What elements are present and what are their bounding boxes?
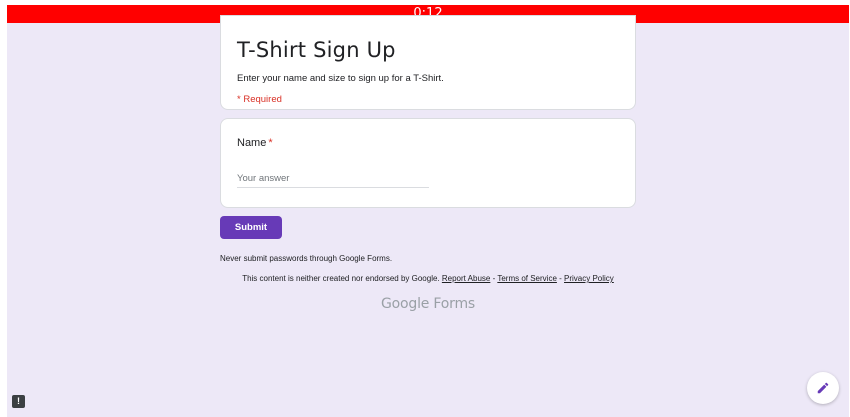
form-title: T-Shirt Sign Up <box>237 38 396 62</box>
question-label-text: Name <box>237 137 267 149</box>
disclaimer-text: This content is neither created nor endo… <box>242 274 440 283</box>
submit-button[interactable]: Submit <box>220 216 282 239</box>
name-answer-input[interactable] <box>237 169 429 188</box>
pencil-icon <box>817 382 829 394</box>
question-card-name: Name * <box>220 118 636 208</box>
separator: - <box>556 274 565 283</box>
form-description: Enter your name and size to sign up for … <box>237 73 444 84</box>
question-label: Name * <box>237 137 273 149</box>
terms-of-service-link[interactable]: Terms of Service <box>497 274 557 283</box>
privacy-policy-link[interactable]: Privacy Policy <box>564 274 614 283</box>
edit-fab-button[interactable] <box>807 372 839 404</box>
password-warning: Never submit passwords through Google Fo… <box>220 254 393 263</box>
required-asterisk: * <box>268 137 273 149</box>
page-frame: 0:12 T-Shirt Sign Up Enter your name and… <box>7 5 849 417</box>
google-forms-logo[interactable]: Google Forms <box>220 296 636 312</box>
required-note: * Required <box>237 94 282 105</box>
footer-disclaimer: This content is neither created nor endo… <box>220 274 636 283</box>
report-icon[interactable]: ! <box>12 395 25 408</box>
report-abuse-link[interactable]: Report Abuse <box>442 274 490 283</box>
form-header-card: T-Shirt Sign Up Enter your name and size… <box>220 15 636 110</box>
